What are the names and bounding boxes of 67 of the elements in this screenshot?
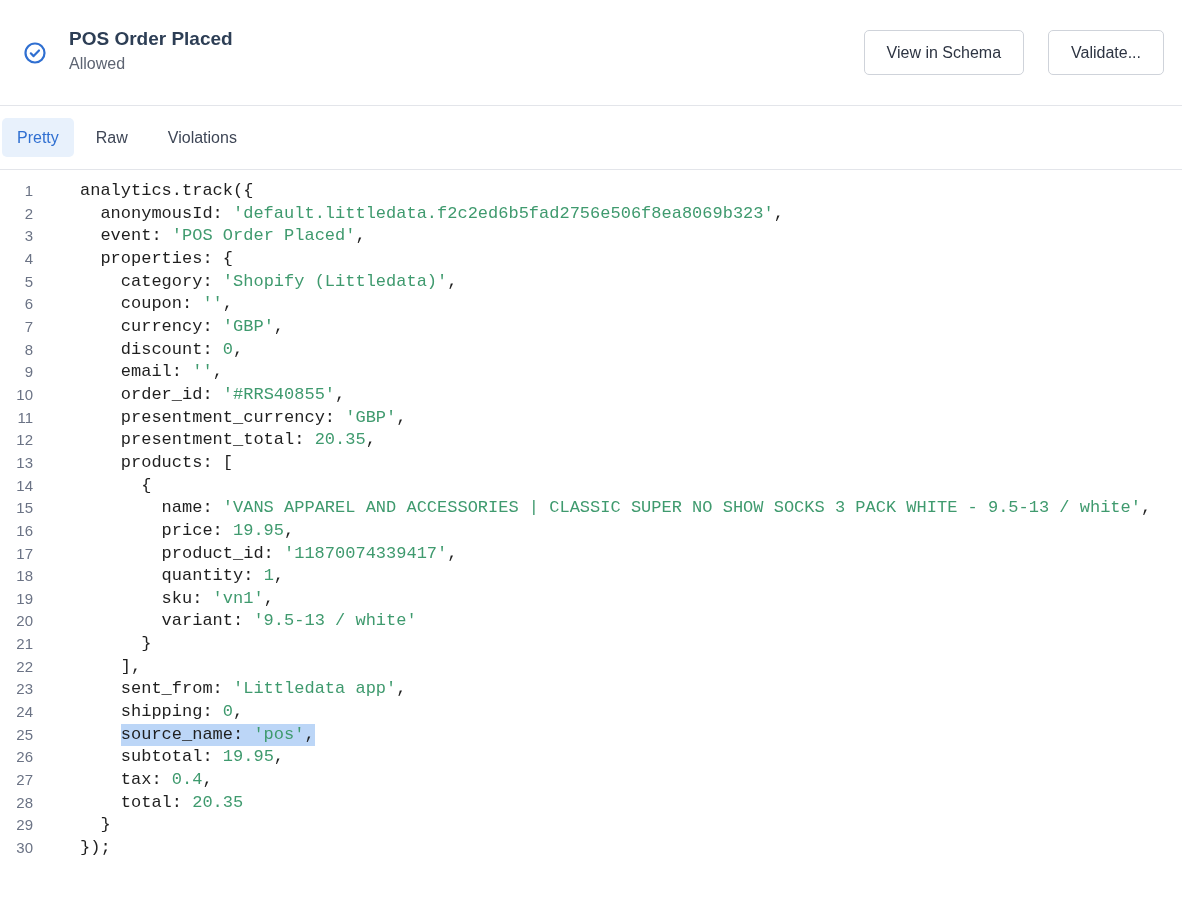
line-number: 4 [24,248,33,269]
tab[interactable]: Violations [149,118,255,157]
header-button[interactable]: Validate... [1048,30,1164,75]
code-line: price: 19.95, [161,519,295,542]
tab[interactable]: Pretty [2,118,74,157]
code-line: sent_from: 'Littledata app', [120,678,407,701]
code-line: analytics.track({ [80,180,254,202]
code-line: ], [120,655,142,678]
line-number: 21 [16,634,33,655]
code-line: } [141,633,152,656]
event-status: Allowed [69,53,127,74]
code-line: product_id: '11870074339417', [161,542,458,565]
code-line: presentment_currency: 'GBP', [120,406,407,429]
line-number: 17 [16,543,33,564]
code-line: quantity: 1, [161,565,285,588]
line-number: 20 [16,611,33,632]
code-line: order_id: '#RRS40855', [120,383,346,406]
line-number: 5 [24,271,33,292]
code-line: shipping: 0, [120,701,244,724]
code-line: tax: 0.4, [120,769,213,792]
code-line: products: [ [120,451,233,474]
line-number: 10 [16,384,33,405]
line-number: 2 [24,203,33,224]
code-line: subtotal: 19.95, [120,746,285,769]
code-line: discount: 0, [120,338,244,361]
check-circle-icon [23,40,47,65]
event-title: POS Order Placed [69,26,233,51]
code-line: presentment_total: 20.35, [120,429,376,452]
line-number: 25 [16,724,33,745]
code-line: sku: 'vn1', [161,587,274,610]
line-number: 8 [24,339,33,360]
code-line: }); [80,837,111,860]
tab[interactable]: Raw [77,118,146,157]
line-number: 28 [16,792,33,813]
line-number: 6 [24,294,33,315]
code-line: event: 'POS Order Placed', [100,225,366,248]
line-number: 18 [16,566,33,587]
code-line: properties: { [100,247,233,270]
code-line: anonymousId: 'default.littledata.f2c2ed6b5fad2756e506f8ea8069b323', [100,202,784,225]
code-line: category: 'Shopify (Littledata)', [120,270,458,293]
line-number: 9 [24,362,33,383]
code-line: currency: 'GBP', [120,315,285,338]
line-number: 13 [16,452,33,473]
line-number: 15 [16,498,33,519]
code-line: total: 20.35 [120,791,244,814]
line-number: 14 [16,475,33,496]
header-button[interactable]: View in Schema [863,30,1025,75]
line-number: 30 [16,838,33,859]
line-number: 23 [16,679,33,700]
line-number: 19 [16,588,33,609]
line-number: 22 [16,656,33,677]
line-number: 26 [16,747,33,768]
line-number: 29 [16,815,33,836]
code-line: coupon: '', [120,293,234,316]
line-number: 1 [24,181,33,201]
code-line: } [100,814,111,837]
code-line: email: '', [120,361,223,384]
line-number: 11 [17,407,33,428]
line-number: 3 [24,226,33,247]
line-number: 12 [16,430,33,451]
line-number: 24 [16,702,33,723]
line-number: 7 [24,316,33,337]
line-number: 27 [16,770,33,791]
code-line: variant: '9.5-13 / white' [161,610,417,633]
code-line: { [141,474,152,497]
line-number: 16 [16,520,33,541]
code-line: name: 'VANS APPAREL AND ACCESSORIES | CLASSIC SUPER NO SHOW SOCKS 3 PACK WHITE - 9.5-13 / white', [161,497,1152,520]
